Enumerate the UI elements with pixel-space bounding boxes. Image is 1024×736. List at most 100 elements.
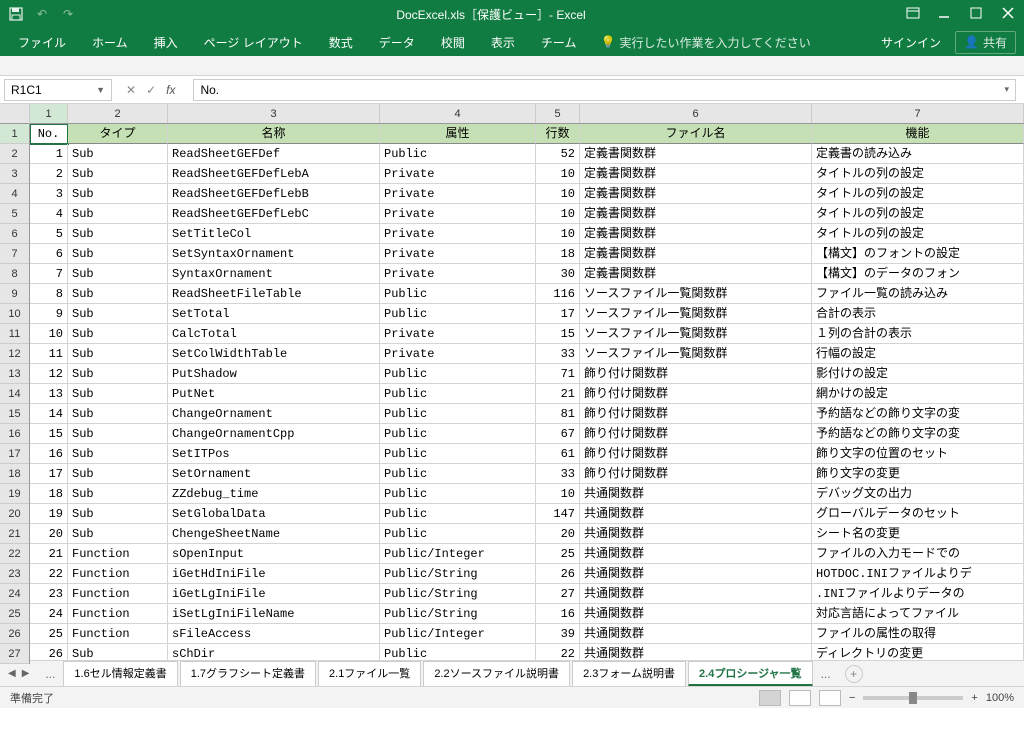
cell[interactable]: Public (380, 364, 536, 384)
cell[interactable]: ソースファイル一覧関数群 (580, 304, 812, 324)
cell[interactable]: ReadSheetFileTable (168, 284, 380, 304)
cell[interactable]: タイトルの列の設定 (812, 204, 1024, 224)
cell[interactable]: Sub (68, 184, 168, 204)
cell[interactable]: 定義書関数群 (580, 184, 812, 204)
cell[interactable]: 2 (30, 164, 68, 184)
cell[interactable]: 67 (536, 424, 580, 444)
row-header[interactable]: 6 (0, 224, 29, 244)
cell[interactable]: 26 (536, 564, 580, 584)
cell[interactable]: iSetLgIniFileName (168, 604, 380, 624)
cell[interactable]: Private (380, 244, 536, 264)
cell[interactable]: 飾り付け関数群 (580, 464, 812, 484)
header-cell[interactable]: 行数 (536, 124, 580, 144)
cell[interactable]: 飾り文字の変更 (812, 464, 1024, 484)
row-header[interactable]: 10 (0, 304, 29, 324)
cell[interactable]: 52 (536, 144, 580, 164)
cell[interactable]: iGetHdIniFile (168, 564, 380, 584)
cell[interactable]: タイトルの列の設定 (812, 224, 1024, 244)
cell[interactable]: ソースファイル一覧関数群 (580, 324, 812, 344)
cell[interactable]: SetSyntaxOrnament (168, 244, 380, 264)
cell[interactable]: Public (380, 444, 536, 464)
cell[interactable]: Sub (68, 424, 168, 444)
cell[interactable]: Public (380, 484, 536, 504)
cell[interactable]: 16 (30, 444, 68, 464)
cell[interactable]: 10 (30, 324, 68, 344)
cell[interactable]: Function (68, 544, 168, 564)
cell[interactable]: Sub (68, 164, 168, 184)
cell[interactable]: 24 (30, 604, 68, 624)
cell[interactable]: 22 (30, 564, 68, 584)
cell[interactable]: PutShadow (168, 364, 380, 384)
cell[interactable]: 定義書の読み込み (812, 144, 1024, 164)
row-header[interactable]: 11 (0, 324, 29, 344)
row-header[interactable]: 2 (0, 144, 29, 164)
signin-link[interactable]: サインイン (881, 34, 941, 51)
cell[interactable]: 7 (30, 264, 68, 284)
share-button[interactable]: 👤共有 (955, 31, 1016, 54)
cell[interactable]: Public (380, 404, 536, 424)
cell[interactable]: ReadSheetGEFDef (168, 144, 380, 164)
cell[interactable]: Sub (68, 524, 168, 544)
cell[interactable]: ChangeOrnamentCpp (168, 424, 380, 444)
cell[interactable]: HOTDOC.INIファイルよりデ (812, 564, 1024, 584)
cell[interactable]: SetGlobalData (168, 504, 380, 524)
cell[interactable]: 21 (536, 384, 580, 404)
row-header[interactable]: 15 (0, 404, 29, 424)
select-all-corner[interactable] (0, 104, 30, 124)
cell[interactable]: 39 (536, 624, 580, 644)
cell[interactable]: 116 (536, 284, 580, 304)
cell[interactable]: 18 (30, 484, 68, 504)
cell[interactable]: 共通関数群 (580, 624, 812, 644)
formula-input[interactable]: No.▾ (193, 79, 1016, 101)
cell[interactable]: 25 (536, 544, 580, 564)
cell[interactable]: ファイルの入力モードでの (812, 544, 1024, 564)
sheet-more-left[interactable]: ... (39, 667, 61, 681)
cell[interactable]: iGetLgIniFile (168, 584, 380, 604)
cell[interactable]: Public/String (380, 604, 536, 624)
cell[interactable]: Sub (68, 284, 168, 304)
cell[interactable]: 10 (536, 484, 580, 504)
cell[interactable]: Function (68, 564, 168, 584)
cell[interactable]: 1 (30, 144, 68, 164)
cell[interactable]: ChengeSheetName (168, 524, 380, 544)
cell[interactable]: 61 (536, 444, 580, 464)
cell[interactable]: 33 (536, 464, 580, 484)
cell[interactable]: Public (380, 384, 536, 404)
column-header[interactable]: 3 (168, 104, 380, 123)
cell[interactable]: 22 (536, 644, 580, 660)
cell[interactable]: SetTotal (168, 304, 380, 324)
cell[interactable]: Sub (68, 324, 168, 344)
cell[interactable]: 合計の表示 (812, 304, 1024, 324)
cell[interactable]: ReadSheetGEFDefLebB (168, 184, 380, 204)
undo-icon[interactable]: ↶ (34, 6, 50, 22)
normal-view-button[interactable] (759, 690, 781, 706)
cell[interactable]: Sub (68, 504, 168, 524)
cell[interactable]: 20 (536, 524, 580, 544)
sheet-tab[interactable]: 2.1ファイル一覧 (318, 661, 421, 686)
spreadsheet-grid[interactable]: 1234567 12345678910111213141516171819202… (0, 104, 1024, 660)
page-layout-view-button[interactable] (789, 690, 811, 706)
row-header[interactable]: 16 (0, 424, 29, 444)
cell[interactable]: Sub (68, 464, 168, 484)
tab-view[interactable]: 表示 (481, 30, 525, 55)
tab-file[interactable]: ファイル (8, 30, 76, 55)
cell[interactable]: 18 (536, 244, 580, 264)
tab-team[interactable]: チーム (531, 30, 587, 55)
cell[interactable]: 21 (30, 544, 68, 564)
cell[interactable]: 13 (30, 384, 68, 404)
row-header[interactable]: 26 (0, 624, 29, 644)
header-cell[interactable]: 名称 (168, 124, 380, 144)
cell[interactable]: ReadSheetGEFDefLebA (168, 164, 380, 184)
cell[interactable]: CalcTotal (168, 324, 380, 344)
cell[interactable]: 10 (536, 204, 580, 224)
cell[interactable]: 共通関数群 (580, 524, 812, 544)
cell[interactable]: ファイルの属性の取得 (812, 624, 1024, 644)
zoom-out-button[interactable]: − (849, 692, 855, 704)
expand-formula-icon[interactable]: ▾ (1004, 84, 1009, 95)
cell[interactable]: 20 (30, 524, 68, 544)
column-header[interactable]: 1 (30, 104, 68, 123)
cell[interactable]: シート名の変更 (812, 524, 1024, 544)
cell[interactable]: Sub (68, 264, 168, 284)
row-header[interactable]: 27 (0, 644, 29, 664)
row-header[interactable]: 3 (0, 164, 29, 184)
